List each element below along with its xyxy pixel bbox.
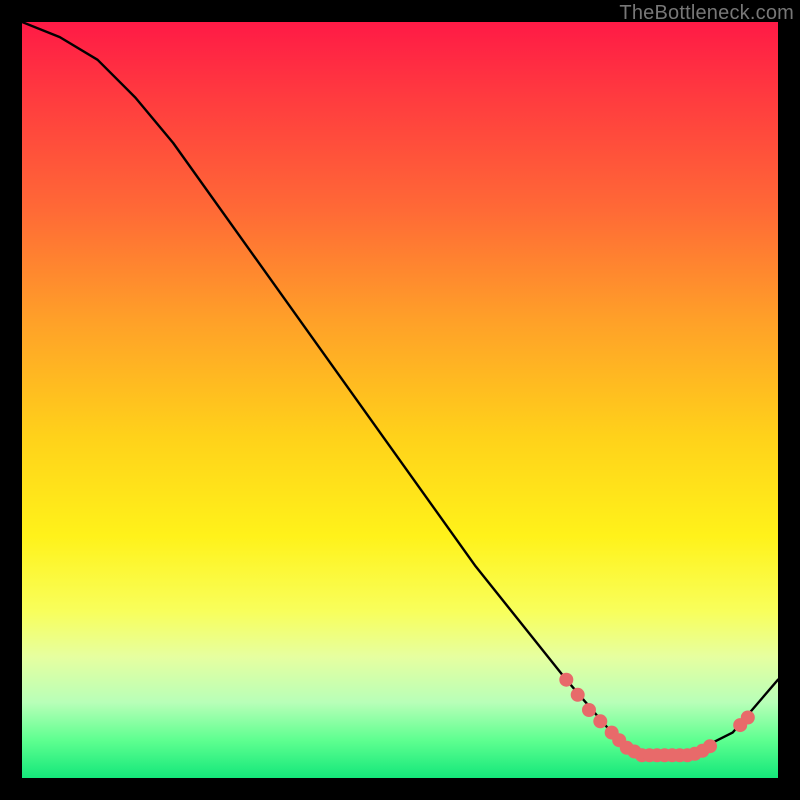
marker-dot xyxy=(741,711,755,725)
marker-dot xyxy=(593,714,607,728)
chart-plot-area xyxy=(22,22,778,778)
marker-dot xyxy=(571,688,585,702)
bottleneck-curve xyxy=(22,22,778,755)
chart-frame: TheBottleneck.com xyxy=(0,0,800,800)
chart-svg-overlay xyxy=(22,22,778,778)
marker-dot xyxy=(703,739,717,753)
marker-dot xyxy=(559,673,573,687)
optimal-range-dots xyxy=(559,673,755,763)
watermark-text: TheBottleneck.com xyxy=(619,2,794,25)
marker-dot xyxy=(582,703,596,717)
